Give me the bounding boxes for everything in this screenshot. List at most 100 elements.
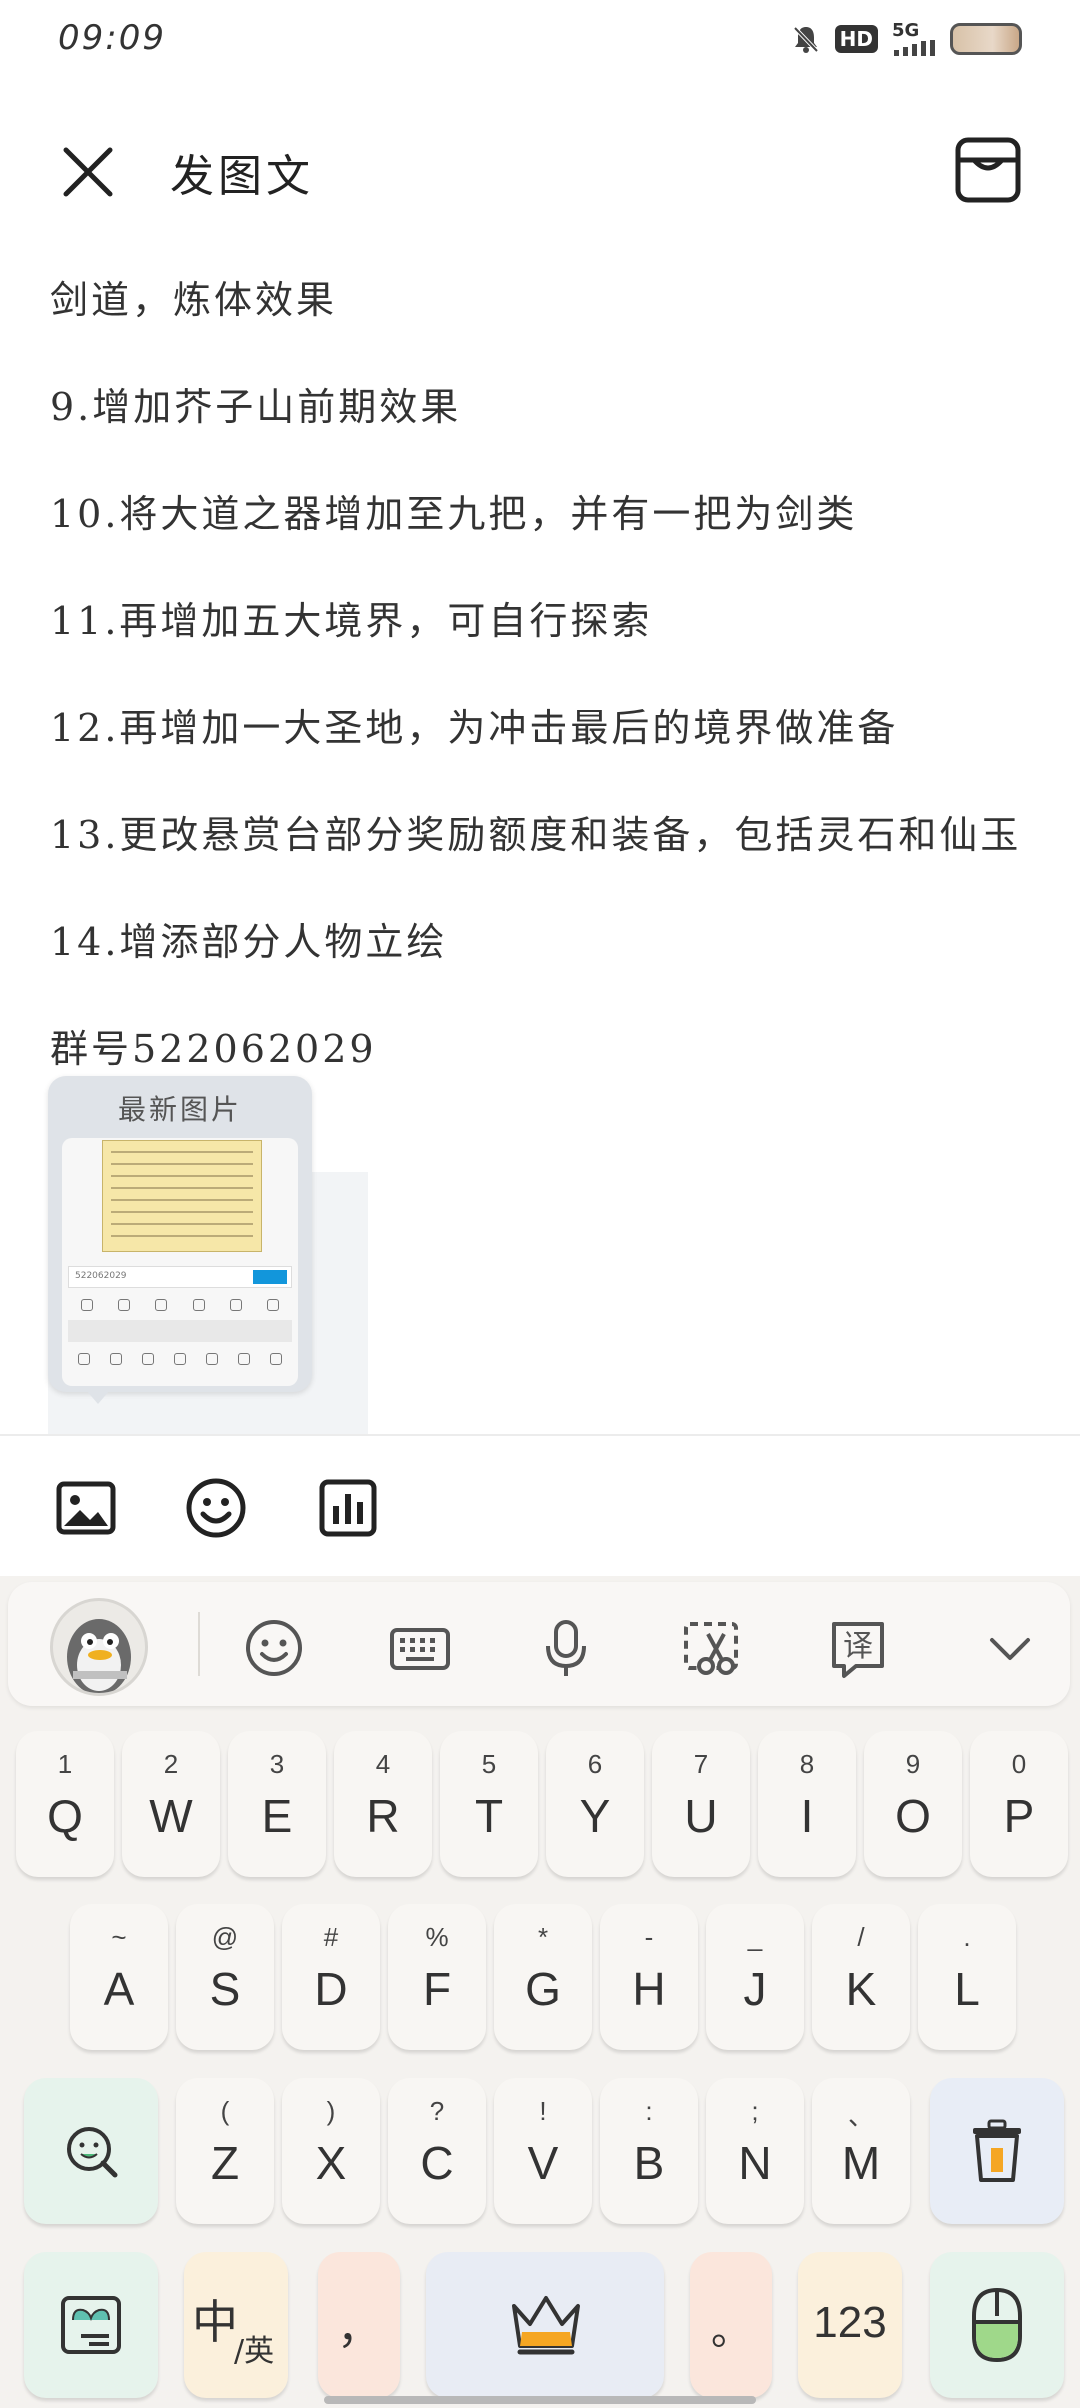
status-time: 09:09 [58,18,166,58]
key-y[interactable]: 6Y [546,1731,644,1877]
key-label: V [527,2137,559,2189]
key-label: P [1003,1790,1035,1842]
key-u[interactable]: 7U [652,1731,750,1877]
chart-icon[interactable] [316,1476,380,1540]
crown-icon [512,2296,580,2355]
emoji-board-key[interactable] [24,2252,158,2398]
key-n[interactable]: ; N [706,2078,804,2224]
key-label: H [632,1963,666,2015]
chevron-down-icon[interactable] [978,1616,1042,1680]
key-sub: 7 [693,1749,709,1779]
key-sub: 6 [587,1749,603,1779]
key-d[interactable]: # D [282,1904,380,2050]
key-l[interactable]: .L [918,1904,1016,2050]
key-k[interactable]: / K [812,1904,910,2050]
key-sub: ; [751,2096,759,2126]
key-label: U [684,1790,718,1842]
key-label: J [743,1963,767,2015]
qq-avatar[interactable] [50,1598,148,1696]
key-s[interactable]: @ S [176,1904,274,2050]
number-switch-key[interactable]: 123 [798,2252,902,2398]
thumb-input-text: 522062029 [75,1271,127,1281]
key-j[interactable]: _ J [706,1904,804,2050]
lang-main-label: 中 [192,2295,238,2349]
key-label: T [474,1790,504,1842]
key-t[interactable]: 5T [440,1731,538,1877]
toolbar-separator [198,1612,200,1676]
image-icon[interactable] [54,1476,118,1540]
period-key[interactable]: 。 [690,2252,772,2398]
key-label: W [149,1790,193,1842]
key-q[interactable]: 1Q [16,1731,114,1877]
key-label: G [525,1963,561,2015]
keyboard-toolbar: 译 [8,1582,1070,1706]
close-icon[interactable] [52,136,124,208]
key-x[interactable]: ) X [282,2078,380,2224]
network-label: 5G [892,20,920,41]
key-sub: 0 [1011,1749,1027,1779]
key-label: X [315,2137,347,2189]
space-key[interactable] [426,2252,664,2398]
cell-signal-icon: 5G [892,22,936,56]
compose-screen: 09:09 HD 5G 发图文 剑道，炼体效果 9.增加芥子山前期效果 10.将… [0,0,1080,2408]
key-z[interactable]: (Z [176,2078,274,2224]
key-c[interactable]: ? C [388,2078,486,2224]
key-f[interactable]: % F [388,1904,486,2050]
key-label: M [841,2137,881,2189]
hd-badge: HD [834,25,878,53]
emoji-icon[interactable] [242,1616,306,1680]
key-r[interactable]: 4R [334,1731,432,1877]
key-g[interactable]: * G [494,1904,592,2050]
svg-text:译: 译 [843,1629,873,1664]
key-i[interactable]: 8I [758,1731,856,1877]
compose-toolbar [0,1436,1080,1576]
latest-image-popup[interactable]: 最新图片 522062029 [48,1076,312,1392]
microphone-icon[interactable] [534,1616,598,1680]
key-e[interactable]: 3E [228,1731,326,1877]
key-sub: - [644,1922,654,1952]
key-sub: 、 [847,2101,874,2131]
mute-bell-icon [793,26,819,53]
text-line: 11.再增加五大境界，可自行探索 [50,599,653,643]
key-h[interactable]: -H [600,1904,698,2050]
key-sub: 4 [375,1749,391,1779]
post-text-area[interactable]: 剑道，炼体效果 9.增加芥子山前期效果 10.将大道之器增加至九把，并有一把为剑… [50,270,1040,1126]
search-face-icon [67,2127,118,2178]
mouse-icon [972,2287,1022,2363]
key-label: E [261,1790,293,1842]
key-sub: 8 [799,1749,815,1779]
keyboard-icon[interactable] [388,1616,452,1680]
delete-key[interactable] [930,2078,1064,2224]
key-label: R [366,1790,400,1842]
key-a[interactable]: ~ A [70,1904,168,2050]
drafts-box-icon[interactable] [948,130,1028,210]
key-v[interactable]: ! V [494,2078,592,2224]
text-line: 13.更改悬赏台部分奖励额度和装备，包括灵石和仙玉 [50,813,1022,857]
home-indicator[interactable] [324,2396,756,2404]
lang-switch-key[interactable]: 中 /英 [184,2252,288,2398]
search-key[interactable] [24,2078,158,2224]
key-sub: 9 [905,1749,921,1779]
key-b[interactable]: :B [600,2078,698,2224]
key-sub: ~ [111,1922,127,1952]
translate-icon[interactable]: 译 [826,1616,890,1680]
key-p[interactable]: 0P [970,1731,1068,1877]
text-line: 10.将大道之器增加至九把，并有一把为剑类 [50,492,858,536]
emoji-icon[interactable] [184,1476,248,1540]
comma-key[interactable]: ， [318,2252,400,2398]
mouse-mode-key[interactable] [930,2252,1064,2398]
latest-image-thumbnail[interactable]: 522062029 [62,1138,298,1386]
thumb-input-bar: 522062029 [68,1266,292,1288]
text-line: 14.增添部分人物立绘 [50,920,448,964]
key-w[interactable]: 2W [122,1731,220,1877]
text-line: 剑道，炼体效果 [50,278,338,322]
period-label: 。 [711,2308,751,2354]
key-sub: ? [429,2096,445,2126]
popup-tail [86,1390,110,1404]
status-bar: 09:09 HD 5G [0,0,1080,80]
scissors-icon[interactable] [680,1616,744,1680]
key-m[interactable]: 、 M [812,2078,910,2224]
key-label: S [209,1963,241,2015]
comma-label: ， [337,2303,381,2354]
key-o[interactable]: 9O [864,1731,962,1877]
